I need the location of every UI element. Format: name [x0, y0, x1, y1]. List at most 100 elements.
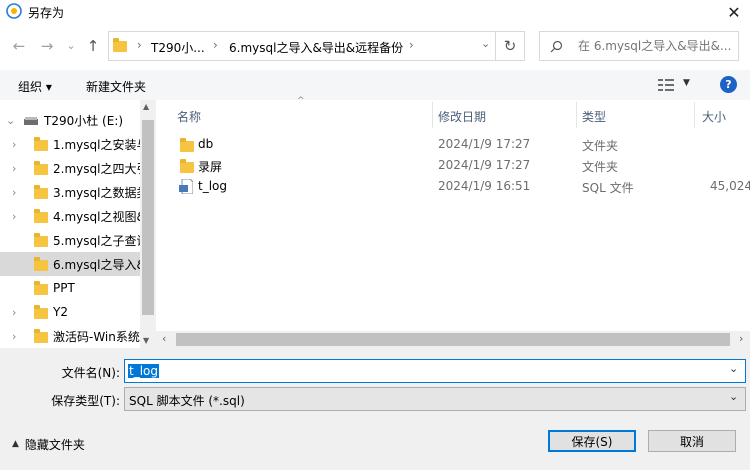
tree-item-label: 激活码-Win系统 — [53, 329, 140, 344]
filetype-value: SQL 脚本文件 (*.sql) — [129, 394, 245, 408]
folder-icon — [34, 233, 48, 247]
tree-item-label: T290小杜 (E:) — [44, 113, 124, 128]
folder-icon — [34, 257, 48, 271]
breadcrumb-separator: › — [409, 38, 414, 52]
file-row[interactable]: 录屏 2024/1/9 17:27 文件夹 — [170, 155, 750, 176]
close-button[interactable]: ✕ — [718, 0, 750, 24]
folder-icon — [34, 305, 48, 319]
back-button[interactable]: ← — [10, 37, 28, 55]
title-bar: 另存为 ✕ — [0, 0, 750, 24]
chevron-right-icon[interactable]: › — [12, 138, 16, 151]
cancel-button[interactable]: 取消 — [648, 430, 736, 452]
file-name: 录屏 — [198, 160, 223, 174]
column-header-type[interactable]: 类型 — [582, 108, 606, 125]
refresh-button[interactable]: ↻ — [495, 31, 525, 61]
help-button[interactable]: ? — [720, 76, 737, 93]
filename-label: 文件名(N): — [61, 366, 120, 380]
view-dropdown-icon[interactable]: ▼ — [683, 78, 690, 88]
forward-arrow-icon: → — [40, 37, 54, 55]
column-header-date[interactable]: 修改日期 — [438, 108, 486, 125]
search-box[interactable] — [539, 31, 739, 61]
tree-item[interactable]: 6.mysql之导入& — [0, 252, 140, 276]
scroll-right-icon[interactable]: › — [739, 332, 743, 345]
column-header-name[interactable]: 名称 — [177, 108, 201, 125]
tree-item[interactable]: PPT — [0, 276, 140, 300]
folder-icon — [180, 138, 194, 152]
folder-icon — [113, 38, 127, 52]
chevron-down-icon[interactable]: ⌄ — [729, 362, 738, 375]
chevron-right-icon[interactable]: › — [12, 210, 16, 223]
scroll-down-icon[interactable]: ▼ — [143, 336, 149, 345]
window-title: 另存为 — [28, 6, 65, 20]
file-row[interactable]: db 2024/1/9 17:27 文件夹 — [170, 134, 750, 155]
chevron-right-icon[interactable]: › — [12, 162, 16, 175]
tree-item-label: 3.mysql之数据类 — [53, 185, 140, 200]
folder-icon — [34, 209, 48, 223]
tree-item[interactable]: › 2.mysql之四大引 — [0, 156, 140, 180]
hide-folders-toggle[interactable]: ▲ 隐藏文件夹 — [12, 436, 85, 452]
tree-item-label: 6.mysql之导入& — [53, 257, 140, 272]
folder-icon — [34, 329, 48, 343]
new-folder-button[interactable]: 新建文件夹 — [86, 78, 146, 95]
save-button[interactable]: 保存(S) — [548, 430, 636, 452]
chevron-down-icon[interactable]: ⌄ — [729, 390, 738, 403]
tree-item-label: Y2 — [53, 305, 68, 319]
refresh-icon: ↻ — [503, 37, 517, 55]
filetype-select[interactable]: SQL 脚本文件 (*.sql) ⌄ — [124, 387, 746, 411]
tree-item[interactable]: › 1.mysql之安装与 — [0, 132, 140, 156]
file-size: 45,024 — [710, 179, 750, 193]
forward-button[interactable]: → — [38, 37, 56, 55]
file-row[interactable]: t_log 2024/1/9 16:51 SQL 文件 45,024 — [170, 176, 750, 197]
column-header-size[interactable]: 大小 — [702, 108, 726, 125]
save-dialog-icon — [6, 3, 22, 19]
folder-icon — [34, 161, 48, 175]
file-date: 2024/1/9 16:51 — [438, 179, 531, 193]
tree-item[interactable]: › Y2 — [0, 300, 140, 324]
breadcrumb-drive[interactable]: T290小... — [151, 39, 205, 56]
breadcrumb-separator: › — [213, 38, 218, 52]
search-icon — [550, 40, 563, 53]
column-divider[interactable] — [576, 102, 577, 128]
tree-item-drive[interactable]: ⌄ T290小杜 (E:) — [0, 108, 140, 132]
file-name: t_log — [198, 179, 227, 193]
column-divider[interactable] — [432, 102, 433, 128]
file-type: 文件夹 — [582, 139, 619, 153]
filetype-label: 保存类型(T): — [51, 394, 120, 408]
column-divider[interactable] — [694, 102, 695, 128]
recent-locations-button[interactable]: ⌄ — [62, 36, 80, 54]
view-options-icon[interactable] — [658, 79, 674, 91]
hide-folders-label: 隐藏文件夹 — [24, 437, 85, 452]
tree-item[interactable]: › 4.mysql之视图& — [0, 204, 140, 228]
filename-combobox[interactable]: t_log ⌄ — [124, 359, 746, 383]
tree-item-label: 5.mysql之子查询 — [53, 233, 140, 248]
help-icon: ? — [725, 78, 732, 91]
chevron-right-icon[interactable]: › — [12, 330, 16, 343]
scrollbar-thumb[interactable] — [142, 120, 154, 315]
tree-item-label: 1.mysql之安装与 — [53, 137, 140, 152]
scrollbar-thumb[interactable] — [176, 333, 730, 346]
address-dropdown-icon[interactable]: ⌄ — [481, 37, 490, 50]
folder-icon — [34, 185, 48, 199]
cancel-button-label: 取消 — [679, 434, 704, 449]
tree-item[interactable]: 5.mysql之子查询 — [0, 228, 140, 252]
scroll-left-icon[interactable]: ‹ — [162, 332, 166, 345]
folder-icon — [34, 137, 48, 151]
chevron-down-icon[interactable]: ⌄ — [6, 114, 15, 127]
file-list-header: ^ 名称 修改日期 类型 大小 — [170, 96, 750, 128]
file-date: 2024/1/9 17:27 — [438, 137, 531, 151]
sort-ascending-icon: ^ — [297, 96, 305, 106]
tree-item-label: 4.mysql之视图& — [53, 209, 140, 224]
chevron-right-icon[interactable]: › — [12, 186, 16, 199]
search-input[interactable] — [578, 37, 734, 55]
tree-item[interactable]: › 3.mysql之数据类 — [0, 180, 140, 204]
address-bar[interactable]: › T290小... › 6.mysql之导入&导出&远程备份 › ⌄ — [108, 31, 496, 61]
chevron-down-icon: ⌄ — [66, 38, 76, 52]
chevron-right-icon[interactable]: › — [12, 306, 16, 319]
drive-icon — [24, 117, 38, 125]
filename-input[interactable]: t_log — [128, 364, 159, 378]
tree-item[interactable]: › 激活码-Win系统 — [0, 324, 140, 348]
organize-menu[interactable]: 组织 ▾ — [18, 78, 52, 95]
scroll-up-icon[interactable]: ▲ — [143, 102, 149, 111]
breadcrumb-current-folder[interactable]: 6.mysql之导入&导出&远程备份 — [229, 39, 403, 56]
up-button[interactable]: ↑ — [84, 37, 102, 55]
